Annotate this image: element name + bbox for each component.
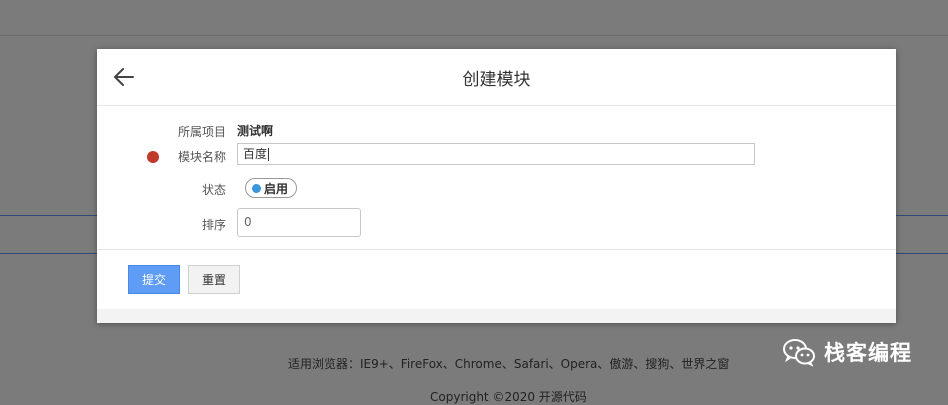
watermark: 栈客编程 [782, 337, 912, 367]
status-label: 状态 [201, 183, 226, 197]
order-label: 排序 [201, 218, 226, 232]
order-input[interactable]: 0 [237, 208, 361, 237]
watermark-text: 栈客编程 [824, 341, 912, 365]
background-divider [0, 35, 948, 36]
create-module-dialog: 创建模块 所属项目 测试啊 模块名称 百度 状态 启用 排序 0 提交 重置 [97, 49, 896, 323]
reset-button[interactable]: 重置 [188, 265, 240, 294]
text-caret [268, 148, 270, 161]
toggle-dot-icon [252, 183, 261, 193]
status-value: 启用 [264, 181, 289, 196]
dialog-footer [97, 309, 896, 323]
module-name-label: 模块名称 [177, 150, 226, 164]
project-label: 所属项目 [177, 125, 226, 139]
project-value: 测试啊 [237, 124, 274, 138]
dialog-header: 创建模块 [97, 49, 896, 106]
browser-support-text: 适用浏览器：IE9+、FireFox、Chrome、Safari、Opera、傲… [288, 357, 730, 371]
dialog-divider [97, 249, 896, 250]
status-toggle[interactable]: 启用 [245, 178, 298, 198]
submit-button[interactable]: 提交 [128, 265, 180, 294]
module-name-value: 百度 [243, 147, 268, 161]
wechat-icon [783, 339, 815, 367]
dialog-title: 创建模块 [462, 70, 531, 90]
module-name-input[interactable]: 百度 [237, 143, 755, 165]
